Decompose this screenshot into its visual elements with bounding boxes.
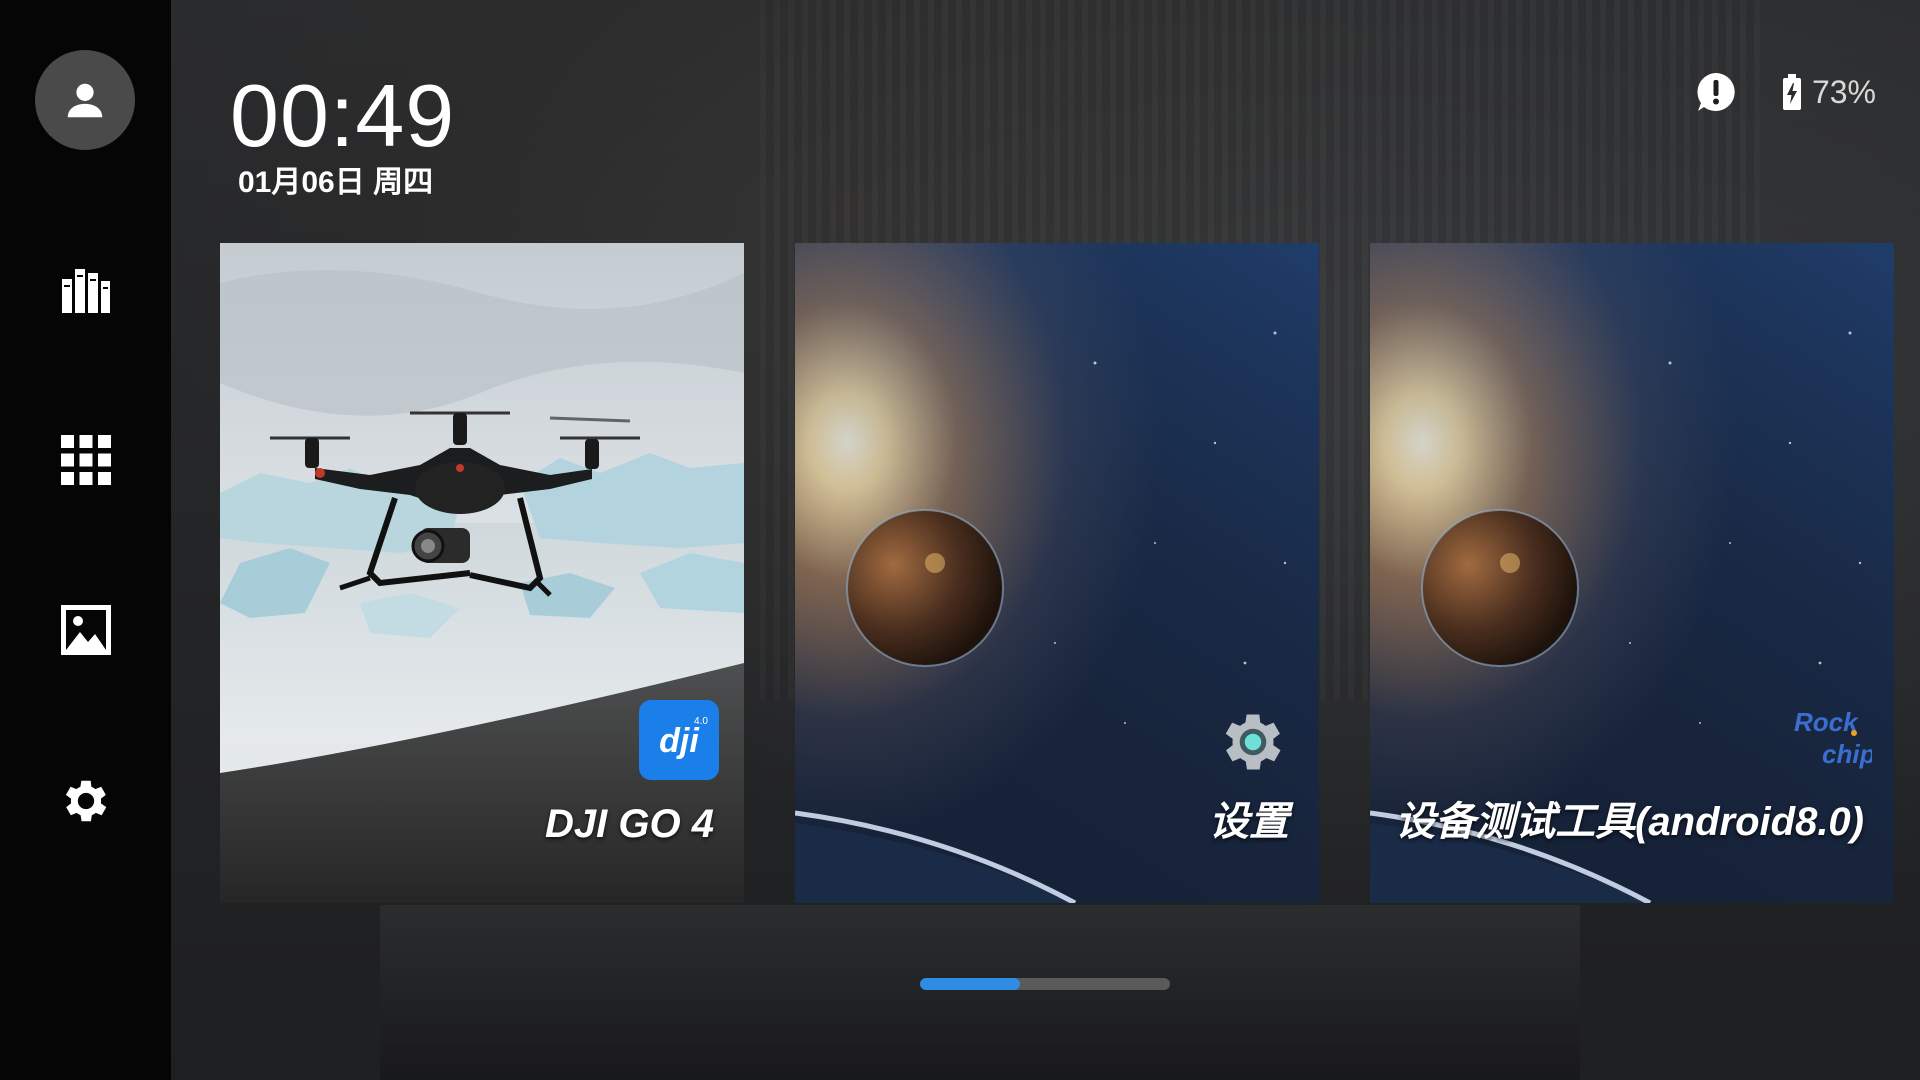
- library-books-icon: [61, 269, 110, 313]
- app-card-dji-go-4[interactable]: dji 4.0 DJI GO 4: [220, 243, 744, 903]
- rockchip-logo-icon: Rock chip: [1792, 703, 1876, 778]
- app-card-label: DJI GO 4: [545, 802, 714, 846]
- app-card-device-test-tool[interactable]: Rock chip 设备测试工具(android8.0): [1370, 243, 1894, 903]
- app-card-settings[interactable]: 设置: [795, 243, 1319, 903]
- launcher-screen: 00:49 01月06日 周四 73% dji 4.0 DJI GO 4 设置 …: [0, 0, 1920, 1080]
- svg-text:Rock: Rock: [1794, 707, 1859, 737]
- battery-charging-icon: [1782, 74, 1801, 110]
- background-table: [380, 905, 1580, 1080]
- page-indicator-active: [920, 978, 1020, 990]
- sidebar-item-gallery[interactable]: [0, 575, 171, 685]
- app-card-label: 设备测试工具(android8.0): [1395, 800, 1864, 844]
- svg-text:chip: chip: [1822, 739, 1872, 769]
- sidebar-item-apps[interactable]: [0, 405, 171, 515]
- battery-percentage: 73%: [1811, 73, 1876, 110]
- dji-go-app-icon: dji 4.0: [639, 700, 719, 785]
- status-bar: 73%: [1694, 68, 1876, 116]
- page-indicator: [920, 978, 1170, 990]
- settings-app-icon: [1215, 704, 1291, 785]
- apps-grid-icon: [60, 435, 111, 485]
- sidebar: [0, 0, 171, 1080]
- user-avatar-button[interactable]: [35, 50, 135, 150]
- gallery-image-icon: [60, 605, 111, 655]
- sidebar-item-library[interactable]: [0, 236, 171, 346]
- clock-time: 00:49: [230, 66, 456, 165]
- sidebar-item-settings[interactable]: [0, 746, 171, 856]
- settings-gear-icon: [65, 780, 106, 822]
- alert-circle-icon[interactable]: [1694, 70, 1738, 114]
- svg-text:4.0: 4.0: [694, 716, 708, 727]
- svg-text:dji: dji: [659, 722, 700, 760]
- app-card-label: 设置: [1209, 800, 1289, 844]
- user-avatar-icon: [67, 83, 103, 118]
- clock-date: 01月06日 周四: [238, 166, 434, 199]
